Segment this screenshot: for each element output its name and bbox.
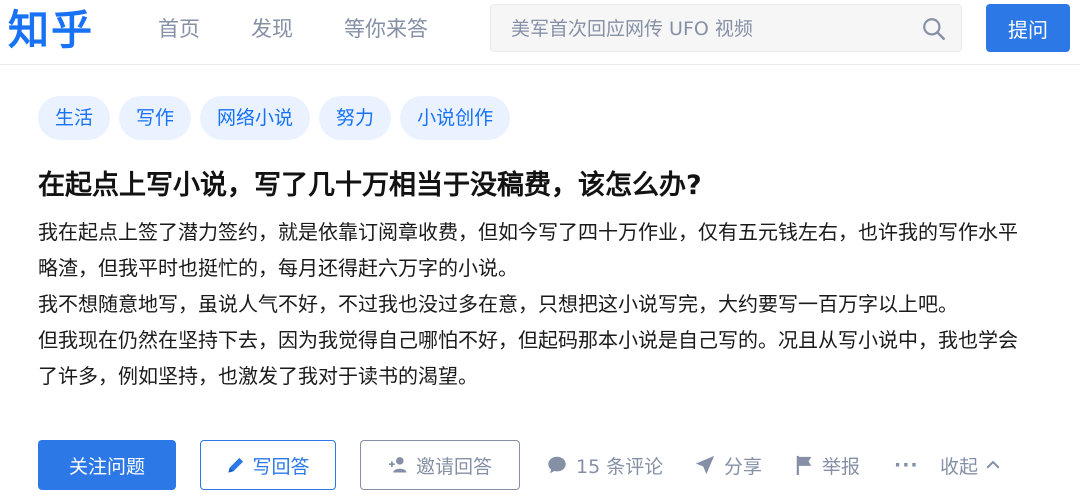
nav-home[interactable]: 首页	[158, 14, 200, 44]
topic-tag[interactable]: 小说创作	[400, 96, 511, 140]
nav-discover[interactable]: 发现	[251, 14, 293, 44]
collapse-label: 收起	[940, 455, 979, 478]
topic-tags: 生活 写作 网络小说 努力 小说创作	[38, 96, 519, 140]
collapse-button[interactable]: 收起	[940, 452, 1002, 478]
topic-tag[interactable]: 网络小说	[200, 96, 311, 140]
chevron-up-icon	[986, 461, 1000, 469]
share-link[interactable]: 分享	[694, 452, 762, 478]
add-user-icon	[388, 457, 407, 473]
detail-paragraph: 我在起点上签了潜力签约，就是依靠订阅章收费，但如今写了四十万作业，仅有五元钱左右…	[38, 220, 1018, 280]
comments-label: 15 条评论	[576, 455, 664, 478]
detail-paragraph: 但我现在仍然在坚持下去，因为我觉得自己哪怕不好，但起码那本小说是自己写的。况且从…	[38, 328, 1018, 388]
invite-answer-button[interactable]: 邀请回答	[360, 440, 520, 490]
top-navbar: 知乎 首页 发现 等你来答 提问	[0, 0, 1080, 65]
write-answer-label: 写回答	[252, 455, 310, 478]
share-icon	[695, 455, 715, 475]
question-title: 在起点上写小说，写了几十万相当于没稿费，该怎么办?	[38, 170, 702, 201]
write-answer-button[interactable]: 写回答	[200, 440, 336, 490]
search-box	[490, 4, 962, 52]
search-icon[interactable]	[921, 16, 947, 42]
follow-question-button[interactable]: 关注问题	[38, 440, 176, 490]
report-link[interactable]: 举报	[794, 452, 860, 478]
comments-link[interactable]: 15 条评论	[546, 452, 663, 478]
flag-icon	[796, 455, 812, 475]
detail-paragraph: 我不想随意地写，虽说人气不好，不过我也没过多在意，只想把这小说写完，大约要写一百…	[38, 292, 958, 316]
nav-waiting-answers[interactable]: 等你来答	[344, 14, 428, 44]
search-input[interactable]	[509, 15, 913, 43]
ask-question-button[interactable]: 提问	[986, 4, 1070, 52]
share-label: 分享	[724, 455, 763, 478]
report-label: 举报	[822, 455, 861, 478]
topic-tag[interactable]: 努力	[319, 96, 392, 140]
invite-answer-label: 邀请回答	[415, 455, 492, 478]
topic-tag[interactable]: 写作	[119, 96, 192, 140]
more-options-button[interactable]: ···	[894, 452, 919, 478]
pencil-icon	[228, 457, 244, 473]
comment-icon	[548, 456, 566, 474]
topic-tag[interactable]: 生活	[38, 96, 111, 140]
question-detail: 我在起点上签了潜力签约，就是依靠订阅章收费，但如今写了四十万作业，仅有五元钱左右…	[38, 214, 1018, 394]
zhihu-logo[interactable]: 知乎	[8, 5, 94, 55]
